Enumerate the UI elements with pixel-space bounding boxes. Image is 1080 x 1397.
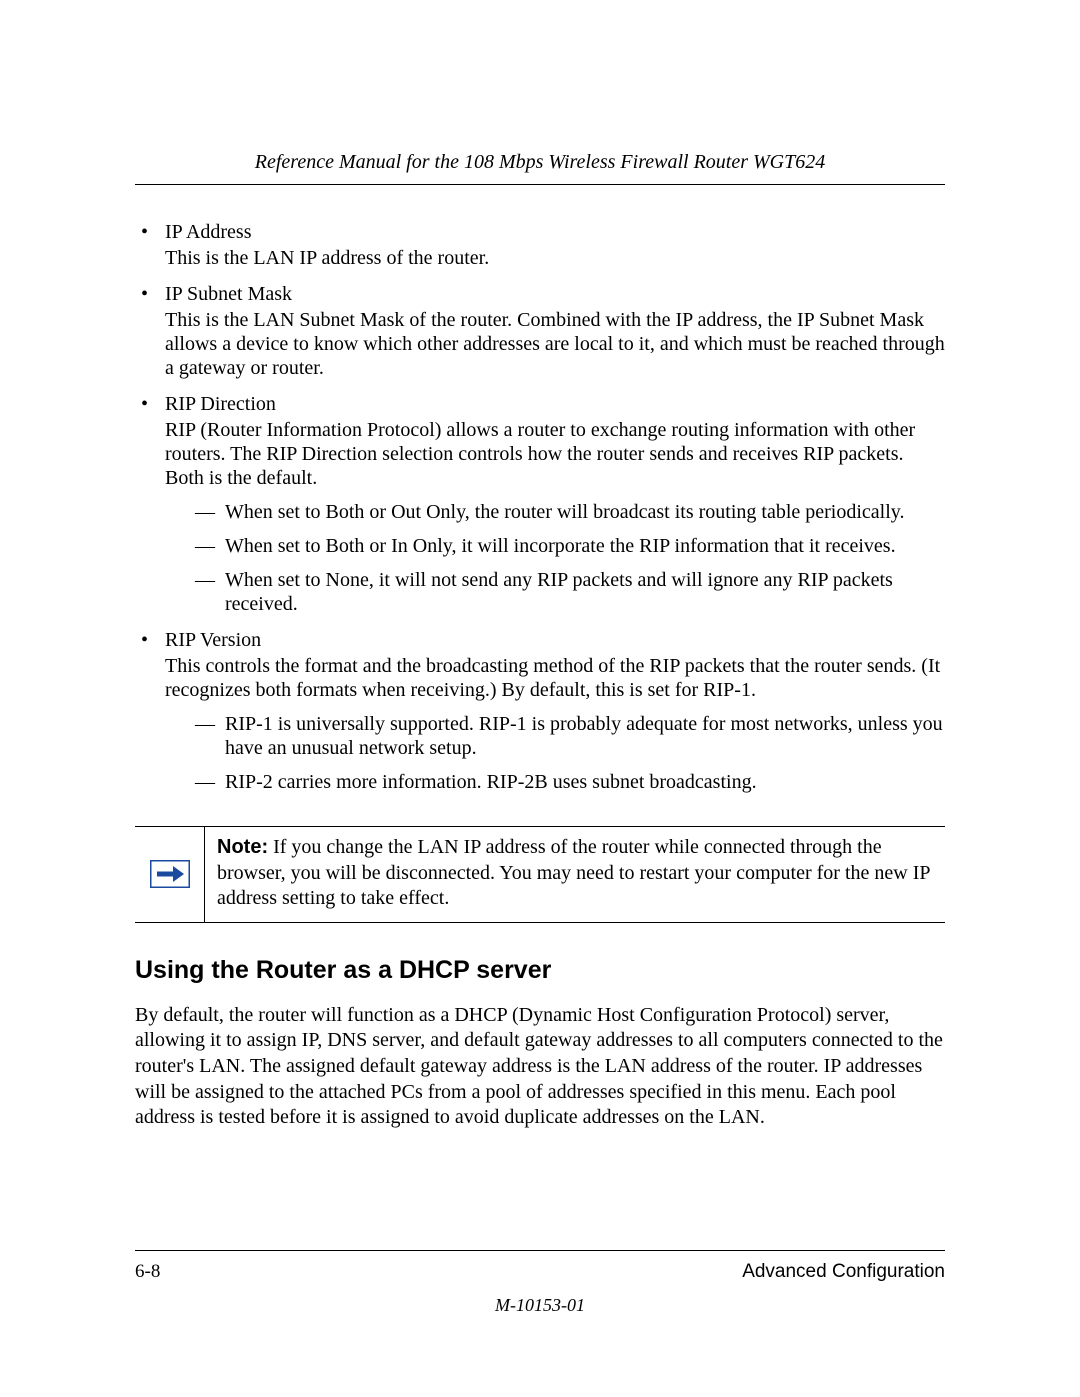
section-body: By default, the router will function as … xyxy=(135,1003,945,1131)
footer-row: 6-8 Advanced Configuration xyxy=(135,1261,945,1284)
item-title: IP Address xyxy=(165,220,945,244)
section-name: Advanced Configuration xyxy=(742,1261,945,1284)
sub-list: When set to Both or Out Only, the router… xyxy=(165,500,945,616)
item-desc: RIP (Router Information Protocol) allows… xyxy=(165,418,945,490)
list-item: RIP Direction RIP (Router Information Pr… xyxy=(135,392,945,616)
item-title: IP Subnet Mask xyxy=(165,282,945,306)
sub-item: RIP-2 carries more information. RIP-2B u… xyxy=(195,770,945,794)
note-icon-cell xyxy=(135,827,205,922)
sub-list: RIP-1 is universally supported. RIP-1 is… xyxy=(165,712,945,794)
note-body: If you change the LAN IP address of the … xyxy=(217,836,930,909)
item-desc: This is the LAN IP address of the router… xyxy=(165,246,945,270)
item-title: RIP Version xyxy=(165,628,945,652)
sub-item: When set to Both or Out Only, the router… xyxy=(195,500,945,524)
section-heading: Using the Router as a DHCP server xyxy=(135,955,945,985)
note-label: Note: xyxy=(217,836,268,858)
list-item: IP Address This is the LAN IP address of… xyxy=(135,220,945,270)
list-item: IP Subnet Mask This is the LAN Subnet Ma… xyxy=(135,282,945,380)
note-text: Note: If you change the LAN IP address o… xyxy=(205,827,945,922)
note-box: Note: If you change the LAN IP address o… xyxy=(135,826,945,923)
page-number: 6-8 xyxy=(135,1261,160,1284)
item-desc: This controls the format and the broadca… xyxy=(165,654,945,702)
item-title: RIP Direction xyxy=(165,392,945,416)
sub-item: When set to Both or In Only, it will inc… xyxy=(195,534,945,558)
sub-item: RIP-1 is universally supported. RIP-1 is… xyxy=(195,712,945,760)
page-footer: 6-8 Advanced Configuration M-10153-01 xyxy=(135,1250,945,1317)
feature-list: IP Address This is the LAN IP address of… xyxy=(135,220,945,794)
running-head: Reference Manual for the 108 Mbps Wirele… xyxy=(135,150,945,185)
arrow-right-icon xyxy=(150,860,190,888)
manual-page: Reference Manual for the 108 Mbps Wirele… xyxy=(0,0,1080,1397)
doc-id: M-10153-01 xyxy=(135,1295,945,1317)
sub-item: When set to None, it will not send any R… xyxy=(195,568,945,616)
item-desc: This is the LAN Subnet Mask of the route… xyxy=(165,308,945,380)
list-item: RIP Version This controls the format and… xyxy=(135,628,945,794)
footer-rule xyxy=(135,1250,945,1251)
